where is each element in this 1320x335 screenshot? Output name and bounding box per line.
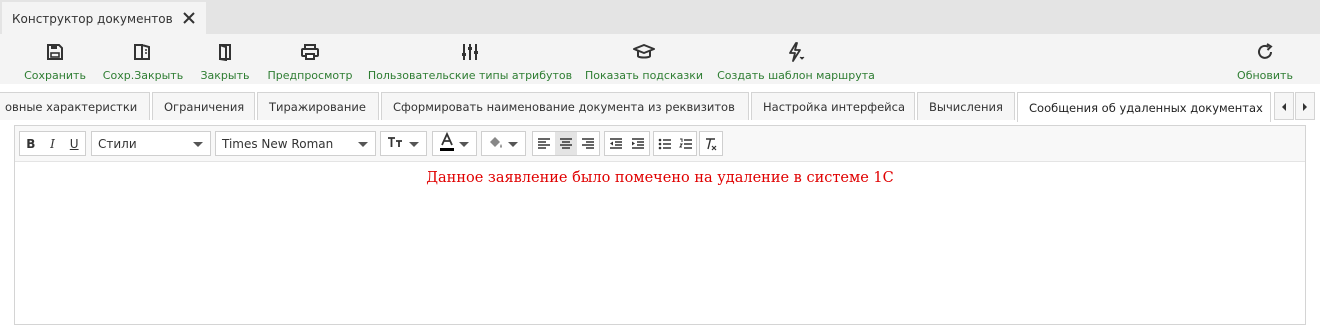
tab-label: Настройка интерфейса: [763, 99, 905, 114]
tab-label: Сформировать наименование документа из р…: [393, 99, 735, 114]
italic-button[interactable]: I: [42, 132, 64, 155]
save-label: Сохранить: [24, 69, 86, 82]
show-hints-label: Показать подсказки: [585, 69, 703, 82]
save-close-label: Сохр.Закрыть: [102, 69, 184, 82]
chevron-right-icon: [1301, 97, 1309, 116]
close-button[interactable]: Закрыть: [196, 34, 254, 84]
save-button[interactable]: Сохранить: [20, 34, 90, 84]
clear-format-group: [699, 131, 723, 156]
align-center-icon[interactable]: [555, 132, 577, 155]
indent-group: [604, 131, 650, 156]
chevron-down-icon: [409, 142, 419, 147]
font-family-select[interactable]: Times New Roman: [215, 131, 376, 156]
text-color-select[interactable]: [432, 131, 477, 156]
rich-text-editor: B I U Стили Times New Roman Данное заявл…: [14, 125, 1306, 325]
tab-restrictions[interactable]: Ограничения: [152, 92, 255, 120]
chevron-down-icon: [508, 142, 518, 147]
preview-label: Предпросмотр: [267, 69, 353, 82]
underline-button[interactable]: U: [63, 132, 85, 155]
tabs-scroll-left-button[interactable]: [1274, 92, 1294, 120]
tab-deleted-documents-messages[interactable]: Сообщения об удаленных документах: [1017, 92, 1271, 122]
font-family-select-value: Times New Roman: [222, 136, 334, 151]
align-right-icon[interactable]: [577, 132, 599, 155]
font-size-select[interactable]: [380, 131, 427, 156]
align-left-icon[interactable]: [533, 132, 555, 155]
styles-select-value: Стили: [98, 136, 137, 151]
chevron-down-icon: [459, 142, 469, 147]
numbered-list-icon[interactable]: [675, 132, 696, 155]
list-group: [653, 131, 697, 156]
tab-label: Сообщения об удаленных документах: [1029, 100, 1263, 115]
preview-button[interactable]: Предпросмотр: [264, 34, 356, 84]
tab-form-document-name[interactable]: Сформировать наименование документа из р…: [381, 92, 749, 120]
indent-icon[interactable]: [627, 132, 649, 155]
form-tabs: овные характеристки Ограничения Тиражиро…: [0, 92, 1320, 122]
tab-label: Тиражирование: [269, 99, 366, 114]
bolt-icon: [785, 41, 807, 63]
custom-attribute-types-button[interactable]: Пользовательские типы атрибутов: [366, 34, 574, 84]
chevron-down-icon: [193, 142, 203, 147]
tab-main-characteristics[interactable]: овные характеристки: [0, 92, 150, 120]
tab-calculations[interactable]: Вычисления: [917, 92, 1015, 120]
chevron-left-icon: [1280, 97, 1288, 116]
outdent-icon[interactable]: [605, 132, 627, 155]
styles-select[interactable]: Стили: [91, 131, 211, 156]
editor-toolbar: B I U Стили Times New Roman: [15, 126, 1305, 162]
create-route-template-button[interactable]: Создать шаблон маршрута: [716, 34, 876, 84]
book-icon: [132, 41, 154, 63]
custom-attribute-types-label: Пользовательские типы атрибутов: [367, 69, 573, 82]
tab-label: овные характеристки: [5, 99, 138, 114]
chevron-down-icon: [358, 142, 368, 147]
tabs-scroll-right-button[interactable]: [1295, 92, 1315, 120]
tab-label: Ограничения: [164, 99, 245, 114]
close-icon[interactable]: [182, 10, 196, 26]
close-label: Закрыть: [200, 69, 250, 82]
tab-interface-settings[interactable]: Настройка интерфейса: [751, 92, 915, 120]
editor-content-area[interactable]: Данное заявление было помечено на удален…: [15, 163, 1305, 324]
clear-format-icon[interactable]: [700, 132, 722, 155]
printer-icon: [299, 41, 321, 63]
bold-button[interactable]: B: [20, 132, 42, 155]
background-color-select[interactable]: [481, 131, 526, 156]
document-tab[interactable]: Конструктор документов: [2, 2, 206, 35]
refresh-button[interactable]: Обновить: [1232, 34, 1298, 84]
text-color-icon: [439, 131, 455, 155]
refresh-label: Обновить: [1237, 69, 1293, 82]
sliders-icon: [459, 41, 481, 63]
document-tab-title: Конструктор документов: [12, 11, 173, 26]
create-route-template-label: Создать шаблон маршрута: [717, 69, 875, 82]
save-icon: [44, 41, 66, 63]
save-close-button[interactable]: Сохр.Закрыть: [100, 34, 186, 84]
main-toolbar: Сохранить Сохр.Закрыть Закрыть Предпросм…: [0, 34, 1320, 84]
text-style-group: B I U: [19, 131, 86, 156]
tab-label: Вычисления: [929, 99, 1003, 114]
show-hints-button[interactable]: Показать подсказки: [584, 34, 704, 84]
deleted-document-message: Данное заявление было помечено на удален…: [426, 170, 894, 186]
tab-replication[interactable]: Тиражирование: [257, 92, 379, 120]
alignment-group: [532, 131, 600, 156]
font-size-icon: [387, 136, 403, 151]
bulleted-list-icon[interactable]: [654, 132, 675, 155]
graduation-cap-icon: [633, 41, 655, 63]
document-tab-bar: Конструктор документов: [0, 0, 1320, 35]
refresh-icon: [1254, 41, 1276, 63]
paint-bucket-icon: [488, 134, 504, 153]
door-icon: [214, 41, 236, 63]
